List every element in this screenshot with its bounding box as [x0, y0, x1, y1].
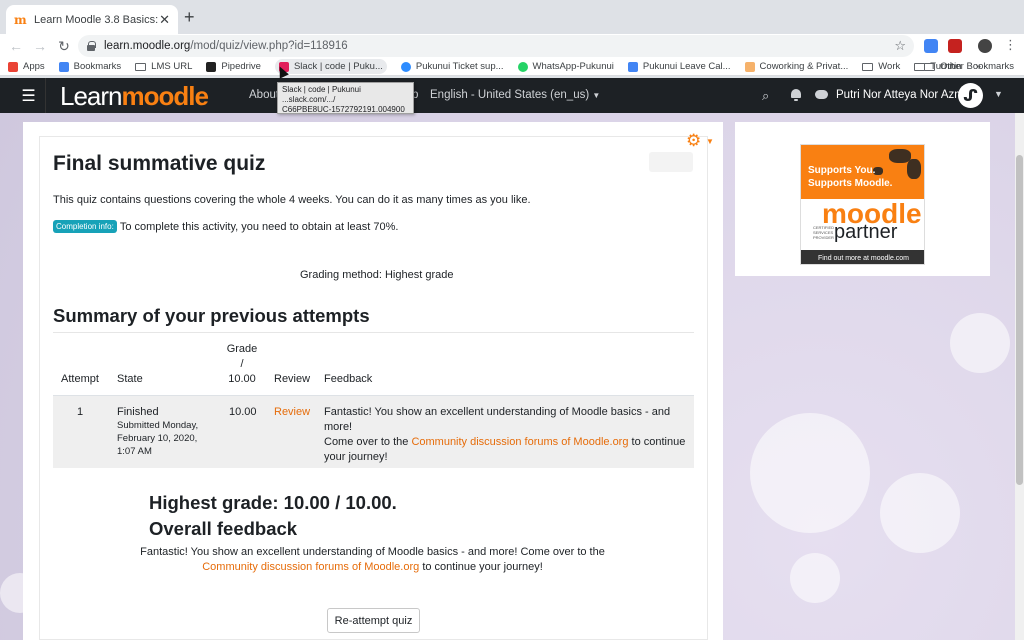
divider [53, 332, 694, 333]
gear-icon[interactable]: ⚙ [686, 131, 701, 151]
partner-line2: Supports Moodle. [808, 178, 893, 189]
calendar-icon [627, 61, 638, 72]
bookmark-coworking[interactable]: Coworking & Privat... [744, 61, 848, 72]
bookmarks-bar: Apps Bookmarks LMS URL Pipedrive Slack |… [0, 58, 1024, 76]
hamburger-menu-icon[interactable]: ☰ [12, 78, 46, 113]
cell-state: Finished [117, 406, 159, 418]
back-arrow-icon[interactable]: ← [4, 38, 28, 54]
cell-feedback: Fantastic! You show an excellent underst… [324, 406, 686, 463]
overall-feedback-title: Overall feedback [149, 518, 298, 539]
highest-grade: Highest grade: 10.00 / 10.00. [149, 492, 397, 513]
bookmark-star-icon[interactable]: ☆ [894, 38, 906, 54]
browser-tab-active[interactable]: m Learn Moodle 3.8 Basics: Final s ✕ [6, 5, 178, 34]
reload-icon[interactable]: ↻ [52, 38, 76, 55]
browser-menu-icon[interactable]: ⋮ [1004, 37, 1017, 53]
bookmark-slack[interactable]: Slack | code | Puku... [274, 59, 387, 74]
header-grade: Grade / 10.00 [226, 343, 258, 385]
reattempt-quiz-button[interactable]: Re-attempt quiz [327, 608, 420, 633]
header-feedback: Feedback [324, 373, 373, 385]
scrollbar-thumb[interactable] [1016, 155, 1023, 485]
tooltip-line: ...slack.com/.../ [282, 95, 336, 104]
new-tab-icon[interactable]: + [184, 7, 195, 28]
profile-avatar-icon[interactable] [978, 39, 992, 53]
tooltip-line: Slack | code | Pukunui [282, 85, 361, 94]
forward-arrow-icon[interactable]: → [28, 38, 52, 54]
completion-text: To complete this activity, you need to o… [119, 220, 399, 233]
cell-submitted: Submitted Monday, February 10, 2020, 1:0… [117, 420, 199, 457]
extension-badge-icon[interactable] [948, 39, 962, 53]
user-name[interactable]: Putri Nor Atteya Nor Azmi [836, 89, 966, 101]
whatsapp-icon [517, 61, 528, 72]
user-menu-caret-icon[interactable]: ▼ [994, 89, 1003, 99]
moodle-favicon-icon: m [14, 12, 27, 27]
user-avatar[interactable]: ᔑ [958, 83, 983, 108]
translate-extension-icon[interactable] [924, 39, 938, 53]
tooltip-line: C66PBE8UC-1572792191.004900 [282, 105, 405, 114]
folder-icon [135, 62, 147, 71]
folder-icon [862, 62, 874, 71]
bookmark-whatsapp[interactable]: WhatsApp-Pukunui [517, 61, 614, 72]
community-forums-link[interactable]: Community discussion forums of Moodle.or… [411, 436, 628, 448]
moodle-navbar: ☰ Learnmoodle About p English - United S… [0, 78, 1024, 113]
quiz-intro: This quiz contains questions covering th… [53, 194, 531, 206]
learn-moodle-logo[interactable]: Learnmoodle [60, 81, 209, 112]
header-state: State [117, 373, 143, 385]
partner-line1: Supports You. [808, 165, 876, 176]
language-menu[interactable]: English - United States (en_us) ▼ [430, 89, 600, 101]
apps-grid-icon [8, 61, 18, 72]
bookmark-other[interactable]: Other Bookmarks [924, 61, 1014, 72]
bookmark-tooltip: Slack | code | Pukunui ...slack.com/.../… [277, 82, 414, 114]
decor-bubble [950, 313, 1010, 373]
bookmark-pipedrive[interactable]: Pipedrive [206, 61, 261, 72]
bookmark-pukunui-ticket[interactable]: Pukunui Ticket sup... [400, 61, 504, 72]
messages-icon[interactable] [815, 90, 828, 99]
cell-attempt: 1 [77, 406, 84, 418]
cell-grade: 10.00 [229, 406, 257, 418]
pipedrive-icon [206, 61, 217, 72]
browser-toolbar: ← → ↻ learn.moodle.org/mod/quiz/view.php… [0, 34, 1024, 58]
summary-title: Summary of your previous attempts [53, 305, 370, 326]
folder-icon [924, 62, 936, 71]
action-placeholder [649, 152, 693, 172]
ticket-icon [400, 61, 411, 72]
bookmark-work[interactable]: Work [862, 61, 900, 72]
grading-method: Grading method: Highest grade [300, 269, 454, 281]
menu-about[interactable]: About [249, 89, 279, 101]
bookmark-apps[interactable]: Apps [8, 61, 45, 72]
star-icon [58, 61, 69, 72]
community-forums-link[interactable]: Community discussion forums of Moodle.or… [202, 561, 419, 573]
completion-info: Completion info: To complete this activi… [53, 220, 398, 233]
bookmark-bookmarks[interactable]: Bookmarks [58, 61, 121, 72]
partner-word: partner [834, 221, 898, 243]
bookmark-leave-calendar[interactable]: Pukunui Leave Cal... [627, 61, 731, 72]
tab-title: Learn Moodle 3.8 Basics: Final s [34, 13, 158, 26]
caret-down-icon[interactable]: ▼ [706, 137, 714, 146]
partner-certified: CERTIFIED SERVICES PROVIDER [813, 225, 835, 240]
notification-bell-icon[interactable] [790, 88, 802, 101]
world-map-icon [907, 159, 921, 179]
decor-bubble [790, 553, 840, 603]
browser-tab-strip: m Learn Moodle 3.8 Basics: Final s ✕ + [0, 0, 1024, 34]
header-attempt: Attempt [61, 373, 99, 385]
review-link[interactable]: Review [274, 405, 310, 420]
completion-badge: Completion info: [53, 220, 117, 233]
url-text: learn.moodle.org/mod/quiz/view.php?id=11… [104, 40, 348, 52]
bookmark-lms-url[interactable]: LMS URL [135, 61, 192, 72]
overall-feedback-text: Fantastic! You show an excellent underst… [140, 546, 605, 573]
lock-icon [86, 41, 96, 51]
caret-down-icon: ▼ [592, 91, 601, 100]
coworking-icon [744, 61, 755, 72]
decor-bubble [750, 413, 870, 533]
address-bar[interactable]: learn.moodle.org/mod/quiz/view.php?id=11… [78, 35, 914, 57]
decor-bubble [880, 473, 960, 553]
moodle-partner-banner[interactable]: Supports You. Supports Moodle. moodle CE… [800, 144, 925, 265]
close-tab-icon[interactable]: ✕ [159, 12, 170, 28]
partner-footer: Find out more at moodle.com [801, 250, 924, 264]
page-title: Final summative quiz [53, 152, 266, 175]
search-icon[interactable]: ⌕ [762, 88, 769, 104]
header-review: Review [274, 373, 311, 385]
